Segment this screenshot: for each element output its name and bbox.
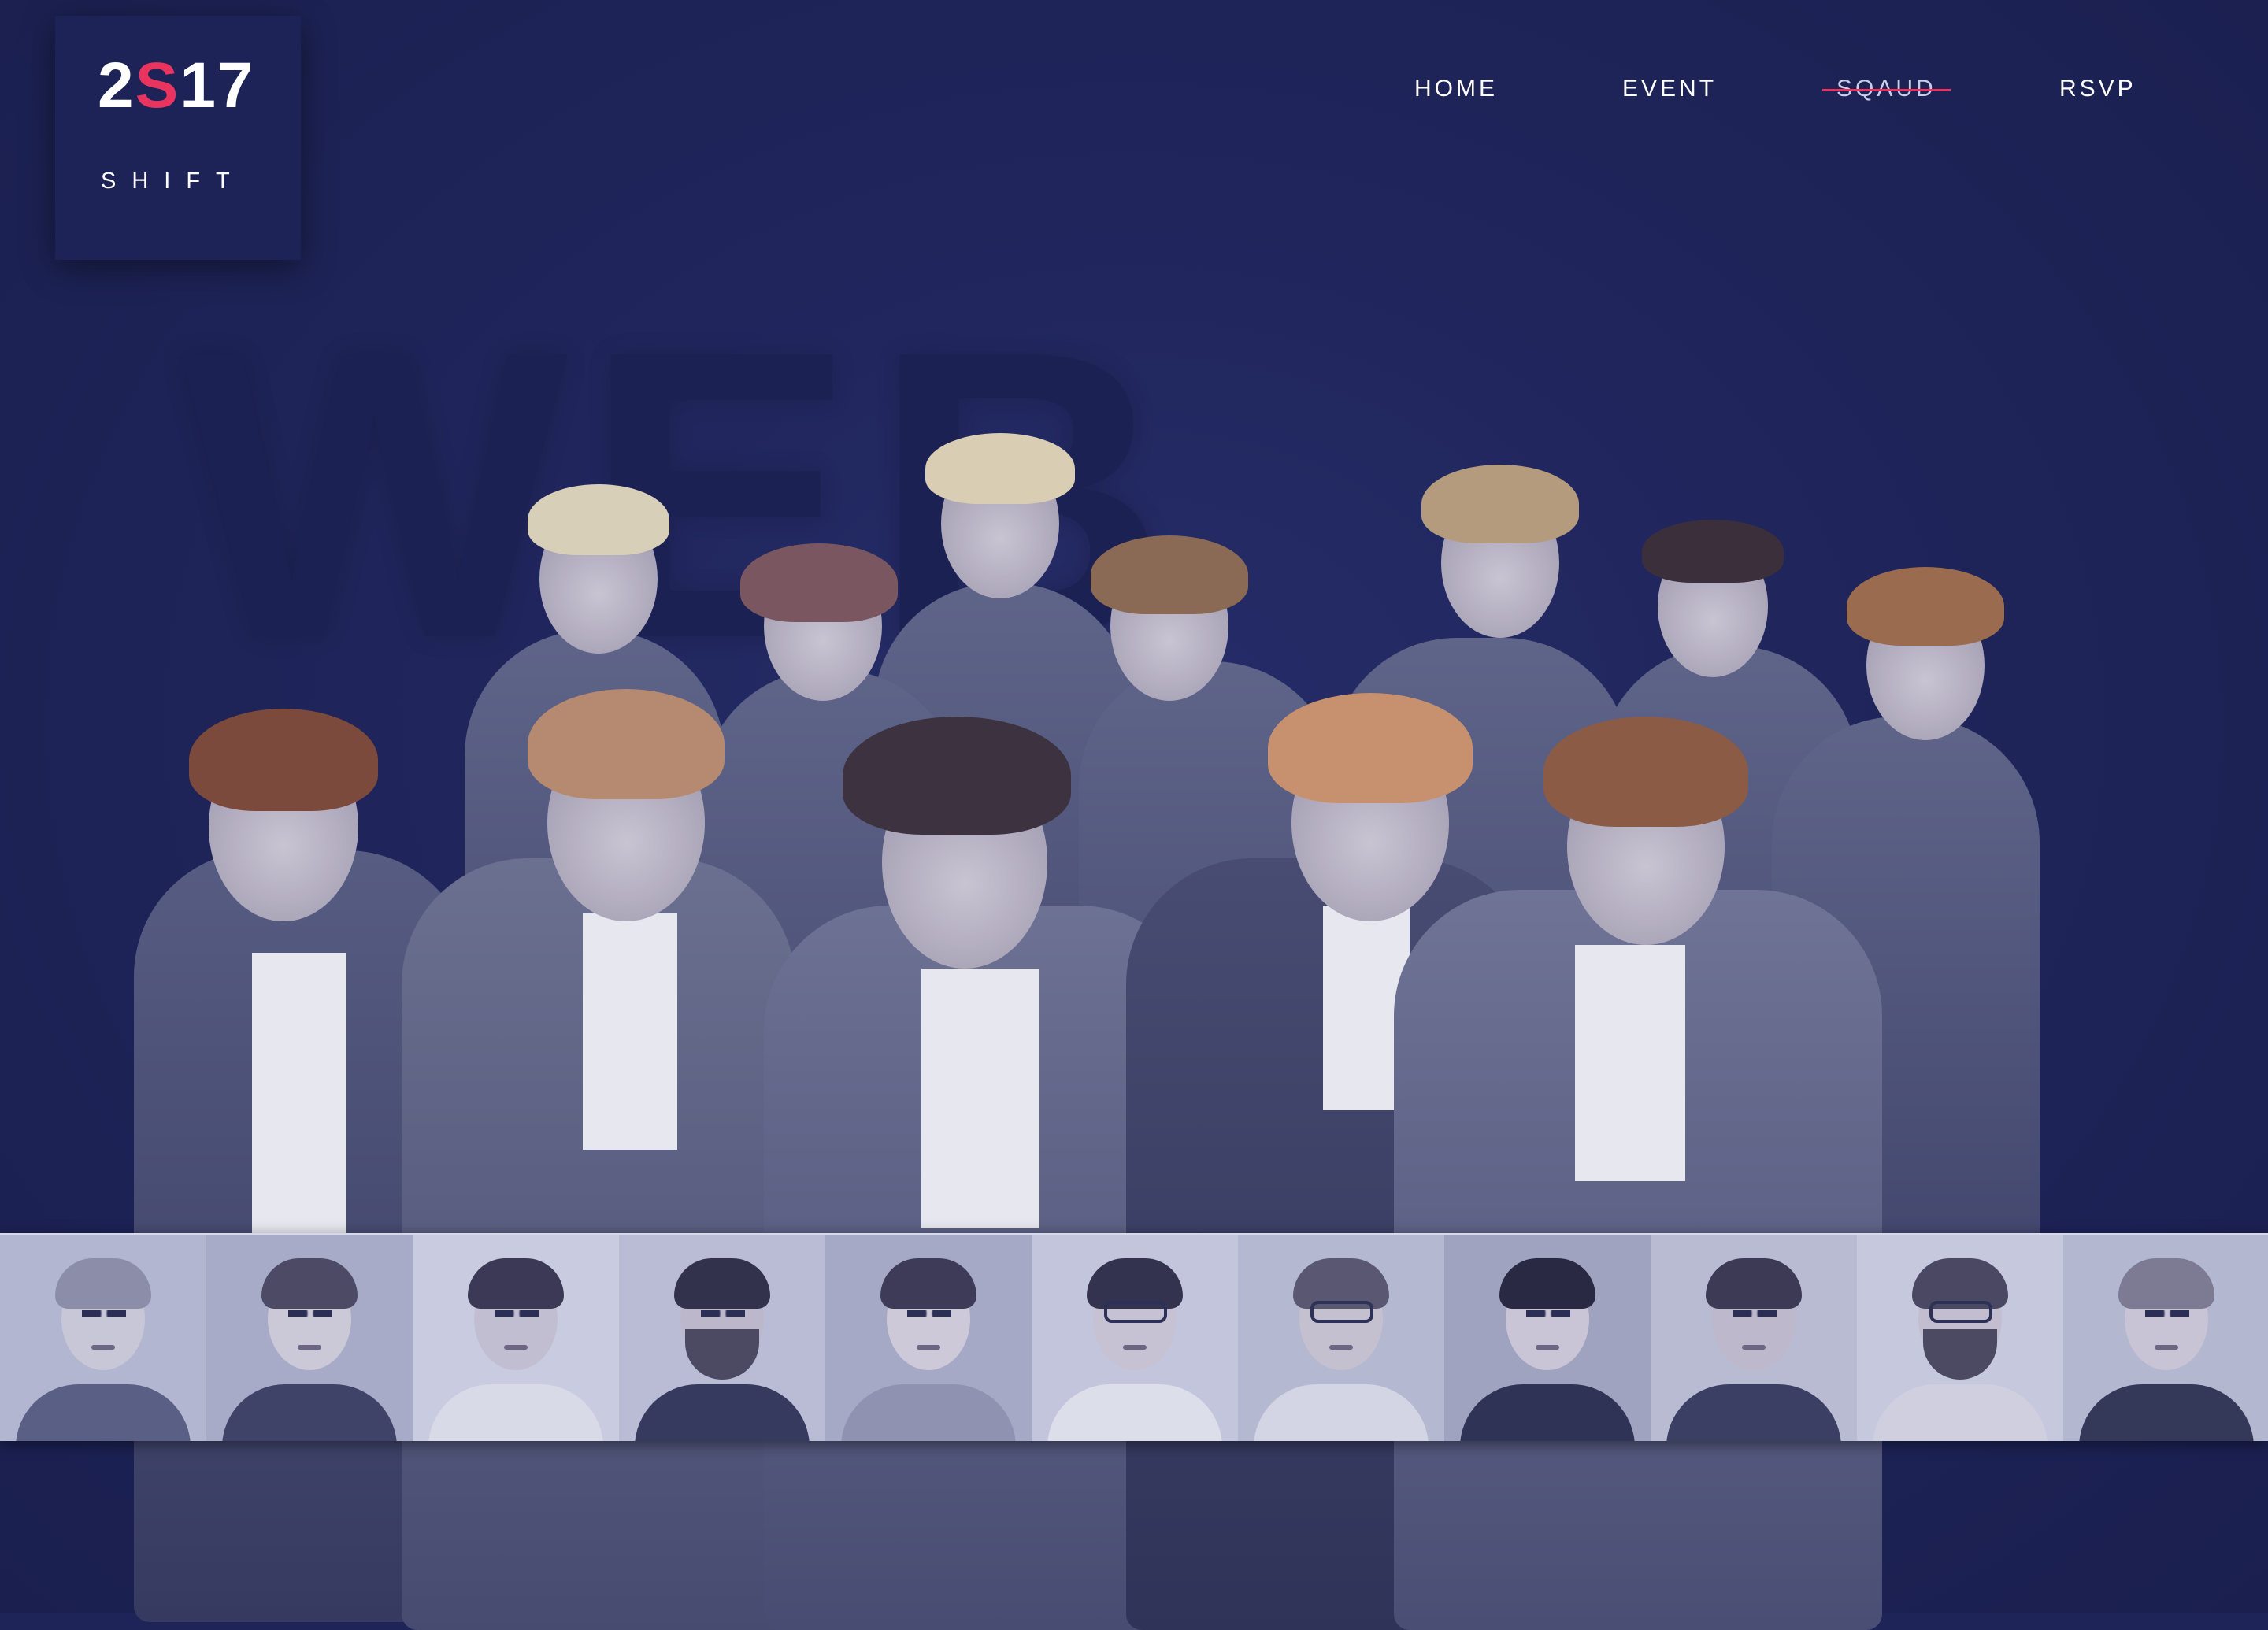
portrait-body (1047, 1384, 1222, 1441)
portrait-eyes (1526, 1310, 1570, 1317)
portrait-eyes (907, 1310, 951, 1317)
logo-year-suffix: 17 (180, 50, 255, 121)
portrait-hair (261, 1258, 358, 1309)
portrait-hair (2118, 1258, 2214, 1309)
portrait-hair (674, 1258, 770, 1309)
portrait-glasses (1104, 1301, 1167, 1323)
portrait-mouth (2155, 1345, 2178, 1350)
portrait-hair (1499, 1258, 1595, 1309)
nav-event[interactable]: EVENT (1622, 76, 1717, 102)
squad-member-tile[interactable] (619, 1235, 825, 1441)
portrait-eyes (82, 1310, 126, 1317)
member-hair (1091, 535, 1248, 614)
member-hair (1421, 465, 1579, 543)
member-hair (189, 709, 378, 811)
portrait-body (1873, 1384, 2048, 1441)
portrait-body (16, 1384, 191, 1441)
main-nav: HOME EVENT SQAUD RSVP (1410, 76, 2134, 107)
portrait-mouth (1742, 1345, 1766, 1350)
member-hair (843, 717, 1071, 835)
member-hair (528, 689, 724, 799)
portrait-mouth (91, 1345, 115, 1350)
squad-strip (0, 1233, 2268, 1441)
portrait-eyes (2145, 1310, 2189, 1317)
portrait-body (1460, 1384, 1635, 1441)
portrait-eyes (1732, 1310, 1777, 1317)
portrait-mouth (1329, 1345, 1353, 1350)
nav-rsvp[interactable]: RSVP (2059, 76, 2136, 102)
portrait-eyes (495, 1310, 539, 1317)
squad-member-tile[interactable] (1651, 1235, 1857, 1441)
logo-year-mark: S (135, 50, 180, 121)
nav-home[interactable]: HOME (1414, 76, 1498, 102)
member-hair (925, 433, 1075, 504)
logo-year-prefix: 2 (98, 50, 135, 121)
member-hair (528, 484, 669, 555)
member-hair (1642, 520, 1784, 583)
nav-active-indicator (1822, 89, 1951, 91)
member-shirt (252, 953, 346, 1236)
squad-member-tile[interactable] (413, 1235, 619, 1441)
nav-squad[interactable]: SQAUD (1822, 76, 1951, 102)
portrait-body (1666, 1384, 1841, 1441)
squad-member-tile[interactable] (0, 1235, 206, 1441)
member-hair (1268, 693, 1473, 803)
portrait-beard (1923, 1329, 1997, 1380)
portrait-hair (880, 1258, 976, 1309)
portrait-hair (55, 1258, 151, 1309)
portrait-glasses (1310, 1301, 1373, 1323)
squad-member-tile[interactable] (1444, 1235, 1651, 1441)
portrait-body (222, 1384, 397, 1441)
member-shirt (1575, 945, 1685, 1181)
portrait-body (2079, 1384, 2254, 1441)
portrait-body (841, 1384, 1016, 1441)
portrait-hair (1706, 1258, 1802, 1309)
logo-subtitle: SHIFT (101, 169, 246, 194)
member-hair (1544, 717, 1748, 827)
squad-member-tile[interactable] (1857, 1235, 2063, 1441)
squad-member-tile[interactable] (825, 1235, 1032, 1441)
member-shirt (583, 913, 677, 1150)
portrait-glasses (1929, 1301, 1992, 1323)
logo-year: 2S17 (98, 54, 255, 118)
squad-member-tile[interactable] (2063, 1235, 2268, 1441)
member-hair (1847, 567, 2004, 646)
portrait-mouth (1123, 1345, 1147, 1350)
portrait-mouth (298, 1345, 321, 1350)
logo[interactable]: 2S17 SHIFT (55, 16, 301, 260)
member-hair (740, 543, 898, 622)
portrait-body (1254, 1384, 1429, 1441)
portrait-mouth (504, 1345, 528, 1350)
portrait-eyes (701, 1310, 745, 1317)
squad-member-tile[interactable] (206, 1235, 413, 1441)
squad-member-tile[interactable] (1238, 1235, 1444, 1441)
portrait-mouth (917, 1345, 940, 1350)
portrait-hair (468, 1258, 564, 1309)
member-shirt (921, 969, 1040, 1228)
portrait-body (428, 1384, 603, 1441)
squad-member-tile[interactable] (1032, 1235, 1238, 1441)
portrait-mouth (1536, 1345, 1559, 1350)
portrait-eyes (288, 1310, 332, 1317)
portrait-body (635, 1384, 810, 1441)
portrait-beard (685, 1329, 759, 1380)
